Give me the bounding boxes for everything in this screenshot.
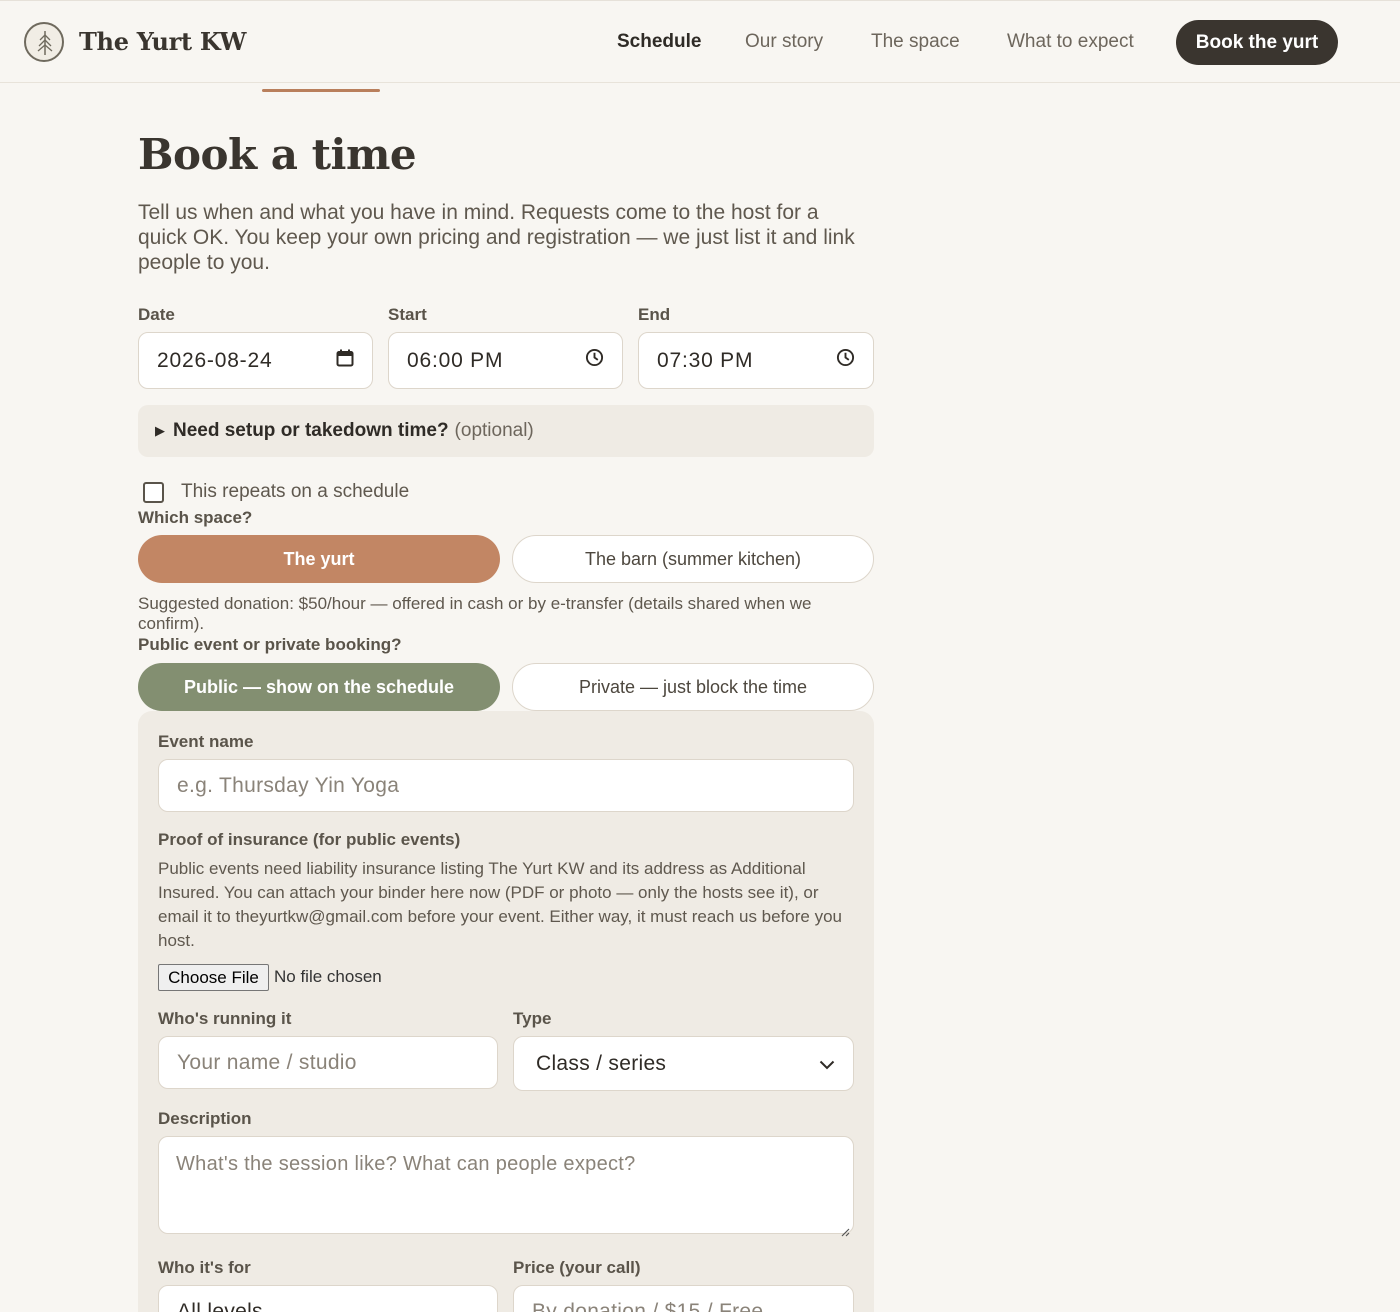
event-name-label: Event name: [158, 732, 254, 751]
type-select[interactable]: Class / series: [513, 1036, 854, 1091]
end-time-value: 07:30 PM: [657, 348, 754, 372]
date-label: Date: [138, 305, 175, 324]
audience-label: Who it's for: [158, 1258, 251, 1277]
setup-optional: (optional): [454, 420, 534, 441]
description-label: Description: [158, 1109, 252, 1128]
type-label: Type: [513, 1009, 552, 1028]
runner-placeholder: Your name / studio: [177, 1050, 357, 1074]
start-time-value: 06:00 PM: [407, 348, 504, 372]
event-name-placeholder: e.g. Thursday Yin Yoga: [177, 773, 400, 797]
runner-label: Who's running it: [158, 1009, 292, 1028]
page-title: Book a time: [138, 130, 417, 179]
clock-icon[interactable]: [836, 348, 855, 373]
donation-note: Suggested donation: $50/hour — offered i…: [138, 594, 812, 633]
date-value: 2026-08-24: [157, 348, 273, 372]
chevron-down-icon: [819, 1052, 835, 1076]
setup-label: Need setup or takedown time?: [173, 420, 449, 441]
book-the-yurt-button[interactable]: Book the yurt: [1176, 20, 1338, 65]
event-name-input[interactable]: e.g. Thursday Yin Yoga: [158, 759, 854, 812]
description-placeholder: What's the session like? What can people…: [176, 1153, 636, 1175]
start-time-input[interactable]: 06:00 PM: [388, 332, 623, 389]
price-label: Price (your call): [513, 1258, 641, 1277]
date-input[interactable]: 2026-08-24: [138, 332, 373, 389]
visibility-option-private[interactable]: Private — just block the time: [512, 663, 874, 711]
repeat-checkbox[interactable]: [143, 481, 164, 503]
type-value: Class / series: [536, 1051, 667, 1075]
end-time-input[interactable]: 07:30 PM: [638, 332, 874, 389]
audience-select[interactable]: All levels: [158, 1285, 498, 1312]
file-status: No file chosen: [274, 967, 382, 986]
nav-schedule[interactable]: Schedule: [617, 31, 701, 53]
choose-file-button[interactable]: Choose File: [158, 964, 269, 991]
runner-input[interactable]: Your name / studio: [158, 1036, 498, 1089]
repeat-row: This repeats on a schedule: [143, 481, 409, 503]
brand-name[interactable]: The Yurt KW: [79, 27, 246, 56]
nav-our-story[interactable]: Our story: [745, 31, 823, 53]
start-label: Start: [388, 305, 427, 324]
calendar-icon[interactable]: [336, 349, 354, 373]
end-label: End: [638, 305, 671, 324]
space-option-yurt[interactable]: The yurt: [138, 535, 500, 583]
chevron-down-icon: [463, 1300, 479, 1312]
clock-icon[interactable]: [585, 348, 604, 373]
resize-handle-icon[interactable]: [840, 1220, 850, 1237]
space-option-barn[interactable]: The barn (summer kitchen): [512, 535, 874, 583]
insurance-label: Proof of insurance (for public events): [158, 830, 461, 849]
intro-text: Tell us when and what you have in mind. …: [138, 201, 855, 274]
repeat-label[interactable]: This repeats on a schedule: [181, 481, 409, 503]
accent-divider: [262, 89, 380, 92]
price-input[interactable]: By donation / $15 / Free: [513, 1285, 854, 1312]
setup-takedown-toggle[interactable]: ▶ Need setup or takedown time? (optional…: [138, 405, 874, 457]
description-textarea[interactable]: What's the session like? What can people…: [158, 1136, 854, 1237]
audience-value: All levels: [177, 1300, 263, 1312]
insurance-text: Public events need liability insurance l…: [158, 859, 843, 950]
visibility-label: Public event or private booking?: [138, 635, 402, 654]
disclosure-triangle-icon: ▶: [155, 423, 165, 438]
price-placeholder: By donation / $15 / Free: [532, 1300, 764, 1312]
nav-the-space[interactable]: The space: [871, 31, 960, 53]
visibility-option-public[interactable]: Public — show on the schedule: [138, 663, 500, 711]
space-label: Which space?: [138, 508, 253, 527]
site-header: The Yurt KW Schedule Our story The space…: [0, 0, 1400, 83]
tree-logo-icon[interactable]: [24, 22, 64, 62]
nav-what-to-expect[interactable]: What to expect: [1007, 31, 1134, 53]
